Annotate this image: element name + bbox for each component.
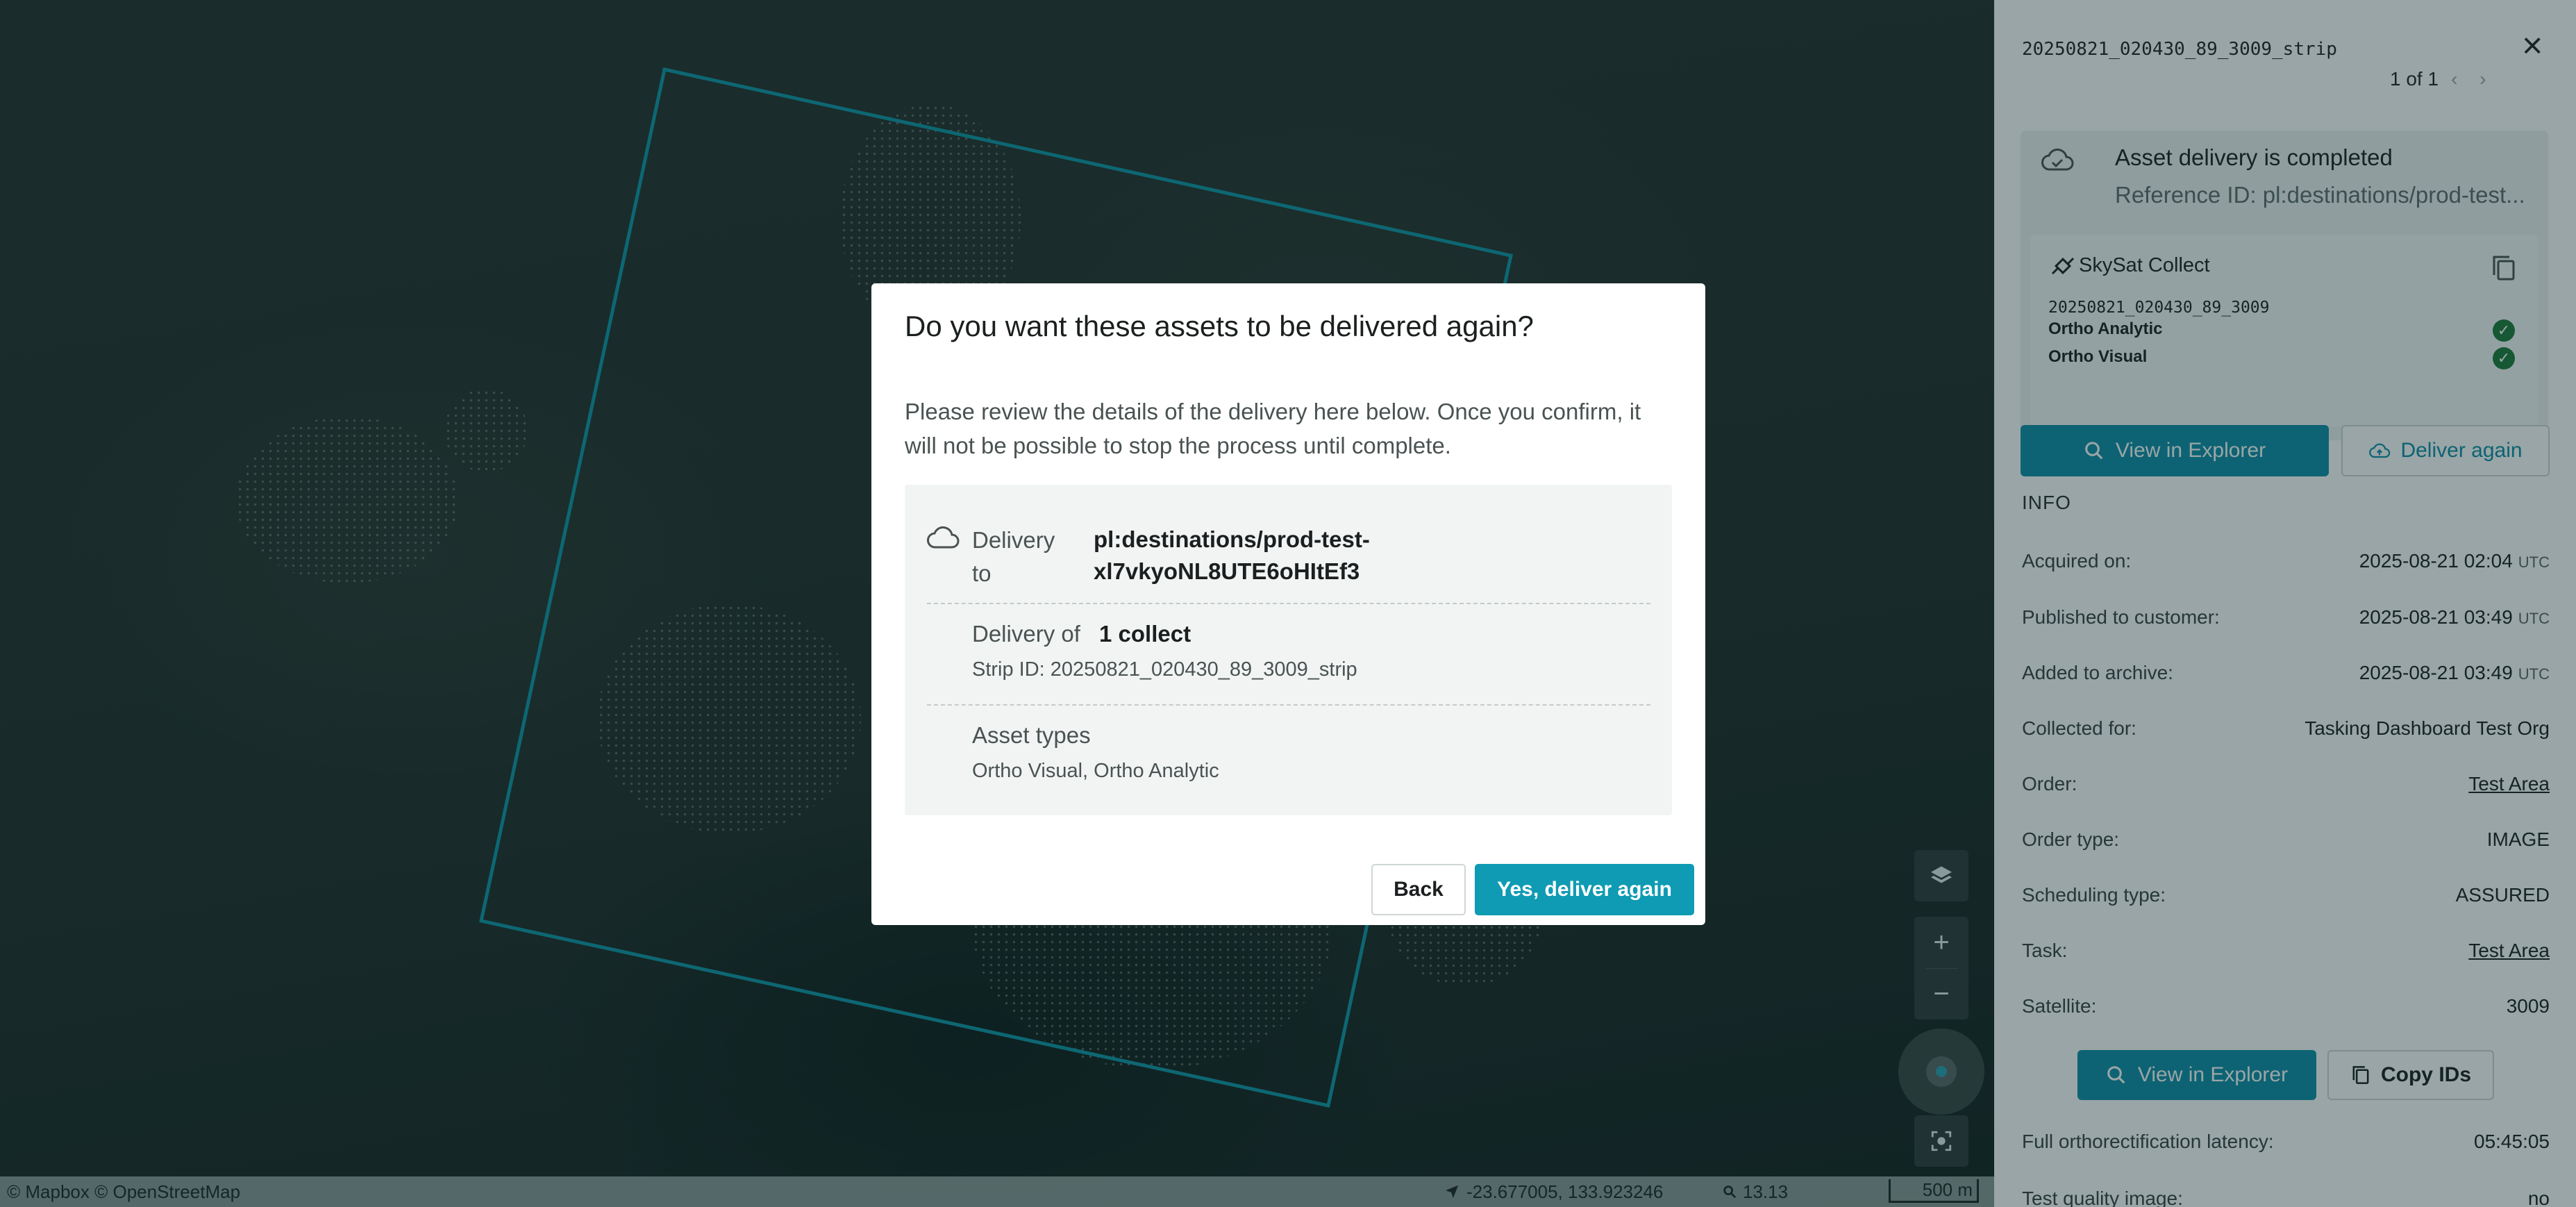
delivery-of-label: Delivery of (972, 621, 1080, 647)
strip-id: Strip ID: 20250821_020430_89_3009_strip (972, 658, 1357, 681)
dialog-title: Do you want these assets to be delivered… (905, 310, 1534, 342)
cloud-icon (927, 526, 960, 549)
delivery-count: 1 collect (1099, 621, 1191, 647)
divider (927, 704, 1650, 706)
back-button[interactable]: Back (1371, 864, 1466, 915)
asset-types-label: Asset types (972, 722, 1091, 748)
confirm-deliver-button[interactable]: Yes, deliver again (1475, 864, 1694, 915)
delivery-destination: pl:destinations/prod-test-xl7vkyoNL8UTE6… (1094, 526, 1370, 584)
redeliver-dialog: Do you want these assets to be delivered… (871, 283, 1705, 925)
delivery-summary: Delivery to pl:destinations/prod-test-xl… (905, 485, 1672, 815)
divider (927, 603, 1650, 604)
delivery-to-label: Delivery to (972, 527, 1055, 586)
asset-types-value: Ortho Visual, Ortho Analytic (972, 760, 1219, 782)
dialog-description: Please review the details of the deliver… (905, 399, 1641, 458)
